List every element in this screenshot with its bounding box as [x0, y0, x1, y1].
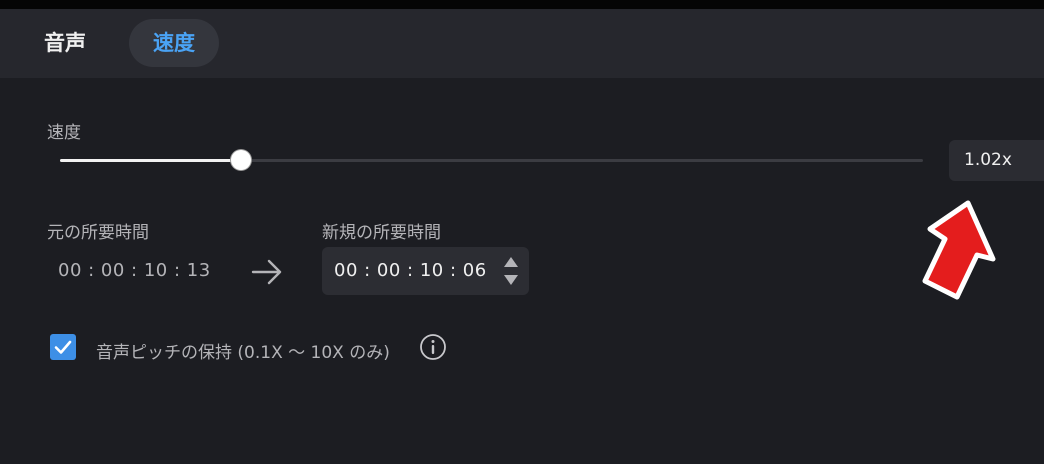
- triangle-down-icon[interactable]: [503, 274, 519, 286]
- new-duration-label: 新規の所要時間: [322, 223, 441, 243]
- arrow-right-icon: [251, 259, 282, 285]
- tab-speed[interactable]: 速度: [129, 19, 219, 67]
- tab-bar: 音声 速度: [0, 9, 1044, 78]
- red-arrow-annotation-icon: [922, 200, 996, 300]
- original-duration-value: 00 : 00 : 10 : 13: [58, 260, 211, 281]
- pitch-checkbox-label: 音声ピッチの保持 (0.1X 〜 10X のみ): [96, 343, 390, 363]
- speed-value-input[interactable]: 1.02x: [949, 140, 1044, 181]
- new-duration-value[interactable]: 00 : 00 : 10 : 06: [334, 260, 487, 281]
- original-duration-label: 元の所要時間: [47, 223, 149, 243]
- new-duration-field[interactable]: 00 : 00 : 10 : 06: [322, 247, 529, 295]
- speed-slider-thumb[interactable]: [231, 150, 252, 170]
- info-icon[interactable]: [419, 333, 447, 361]
- pitch-checkbox[interactable]: [50, 334, 76, 360]
- speed-slider-fill: [60, 159, 242, 162]
- checkmark-icon: [54, 340, 72, 354]
- window-top-edge: [0, 0, 1044, 9]
- speed-label: 速度: [47, 123, 81, 143]
- triangle-up-icon[interactable]: [503, 256, 519, 268]
- tab-audio[interactable]: 音声: [22, 19, 108, 67]
